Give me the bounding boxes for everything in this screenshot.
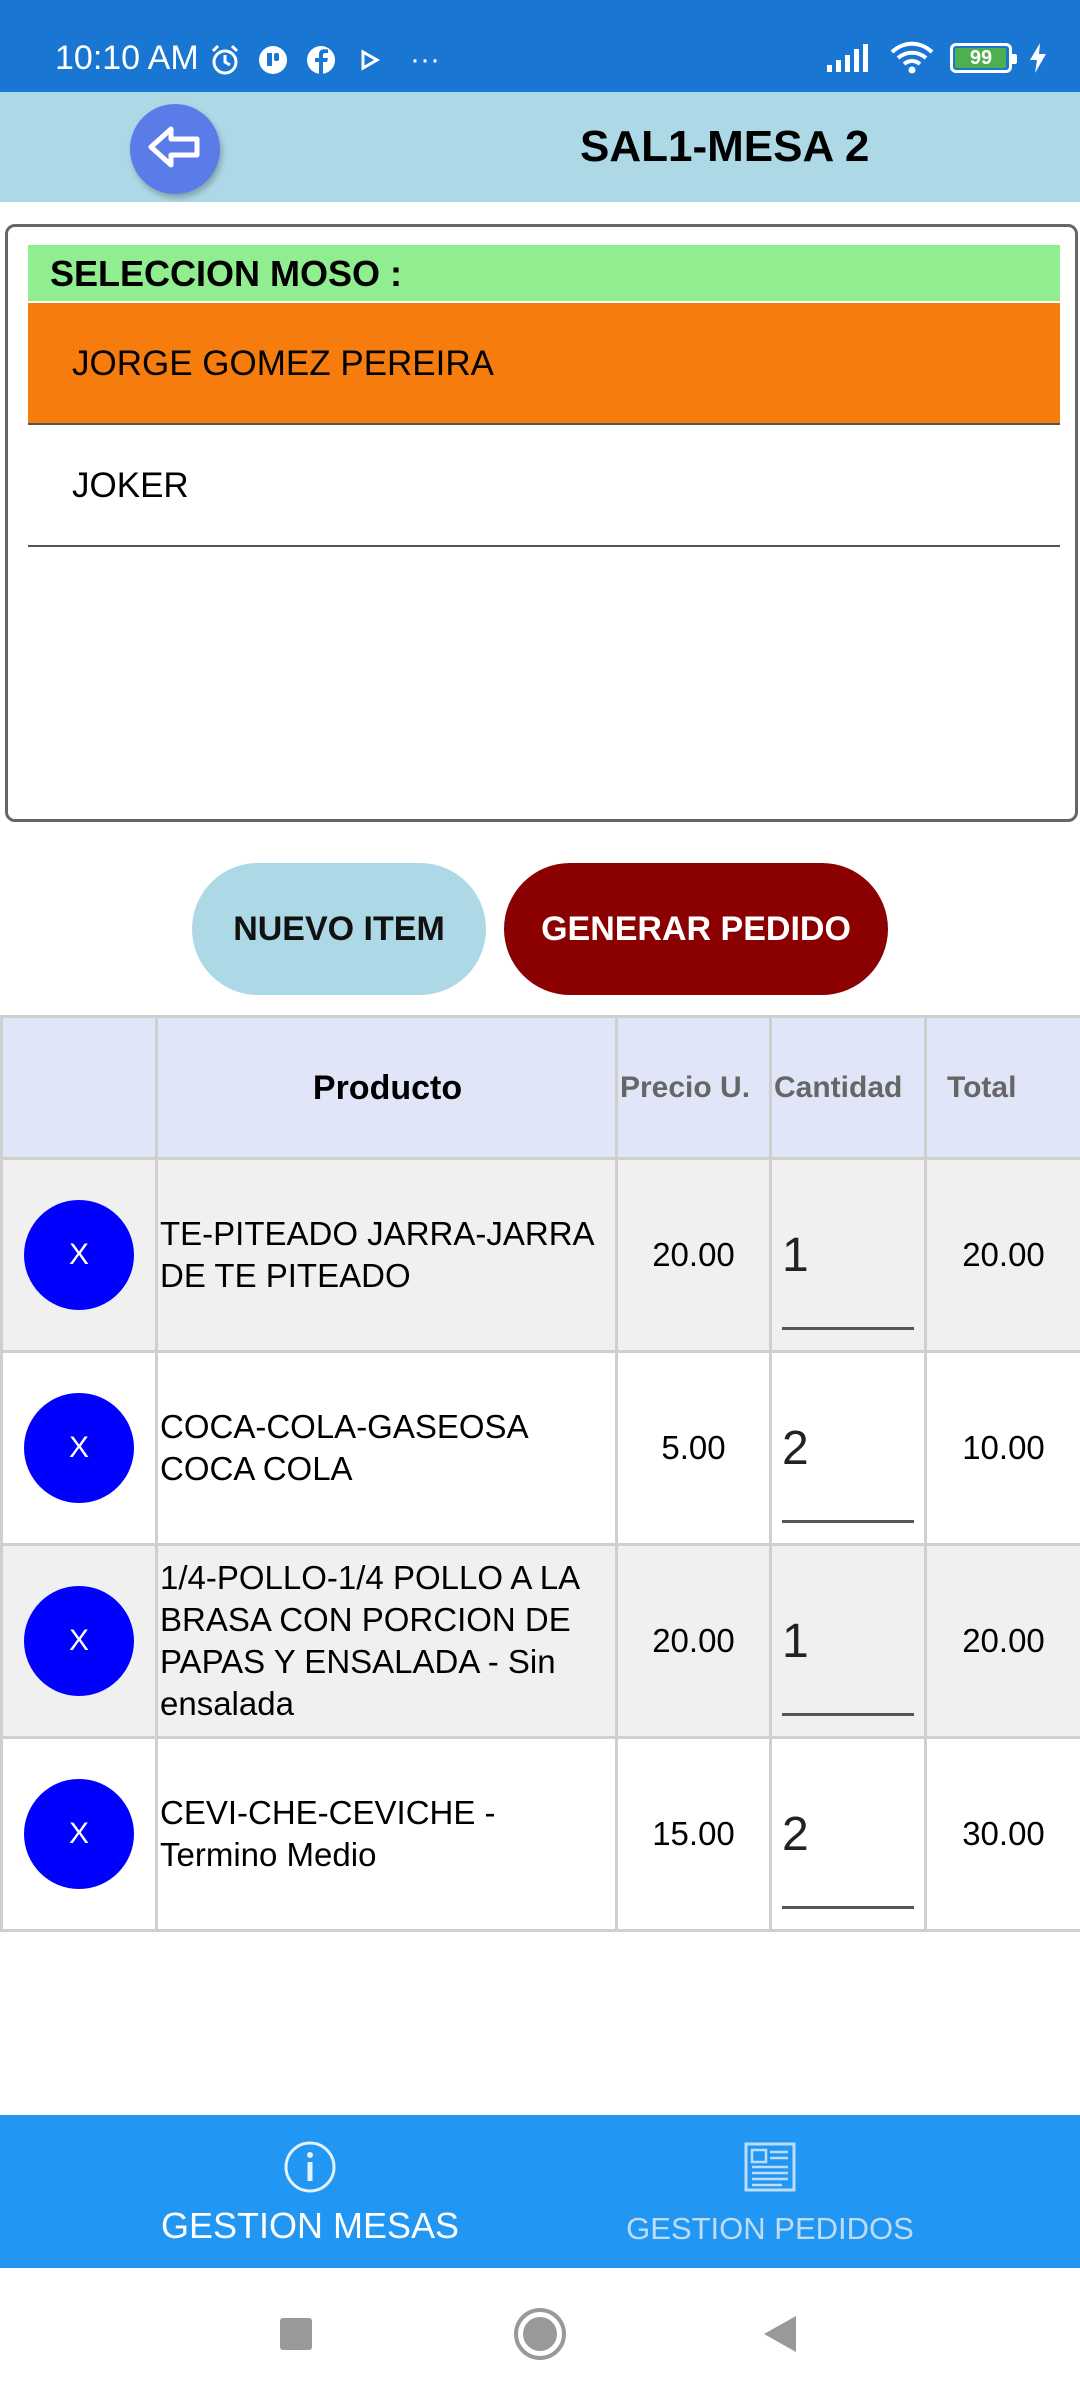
- product-cell: TE-PITEADO JARRA-JARRA DE TE PITEADO: [155, 1157, 618, 1353]
- quantity-input[interactable]: 2: [782, 1807, 809, 1863]
- quantity-cell: 2: [769, 1350, 927, 1546]
- column-header-delete: [0, 1015, 158, 1160]
- table-header-row: Producto Precio U. Cantidad Total: [0, 1015, 1080, 1160]
- document-icon: [742, 2139, 798, 2195]
- new-item-button[interactable]: NUEVO ITEM: [192, 863, 486, 995]
- messenger-icon: [256, 43, 290, 77]
- total-cell: 10.00: [924, 1350, 1080, 1546]
- play-icon: [352, 43, 386, 77]
- order-items-table: Producto Precio U. Cantidad Total X TE-P…: [0, 1015, 1080, 1932]
- alarm-icon: [208, 43, 242, 77]
- info-icon: [282, 2139, 338, 2195]
- column-header-quantity: Cantidad: [769, 1015, 927, 1160]
- more-notifications-icon: ···: [410, 43, 440, 76]
- quantity-input[interactable]: 1: [782, 1228, 809, 1284]
- waiter-item-joker[interactable]: JOKER: [28, 425, 1060, 547]
- nav-gestion-mesas[interactable]: GESTION MESAS: [40, 2115, 580, 2268]
- table-row: X COCA-COLA-GASEOSA COCA COLA 5.00 2 10.…: [0, 1350, 1080, 1546]
- battery-icon: 99: [950, 43, 1017, 73]
- page-title: SAL1-MESA 2: [580, 122, 870, 171]
- status-system-icons: 99: [824, 38, 1050, 78]
- unit-price-cell: 20.00: [615, 1543, 772, 1739]
- nav-gestion-pedidos[interactable]: GESTION PEDIDOS: [500, 2115, 1040, 2268]
- total-cell: 20.00: [924, 1157, 1080, 1353]
- quantity-input[interactable]: 1: [782, 1614, 809, 1670]
- table-row: X CEVI-CHE-CEVICHE - Termino Medio 15.00…: [0, 1736, 1080, 1932]
- product-cell: CEVI-CHE-CEVICHE - Termino Medio: [155, 1736, 618, 1932]
- unit-price-cell: 15.00: [615, 1736, 772, 1932]
- unit-price-cell: 20.00: [615, 1157, 772, 1353]
- total-cell: 20.00: [924, 1543, 1080, 1739]
- nav-label-gestion-pedidos: GESTION PEDIDOS: [626, 2211, 914, 2246]
- table-row: X TE-PITEADO JARRA-JARRA DE TE PITEADO 2…: [0, 1157, 1080, 1353]
- back-arrow-icon: [145, 122, 205, 177]
- quantity-input-underline: [782, 1519, 914, 1523]
- quantity-cell: 2: [769, 1736, 927, 1932]
- generate-order-button[interactable]: GENERAR PEDIDO: [504, 863, 888, 995]
- status-notification-icons: ···: [208, 40, 450, 80]
- waiter-item-jorge-gomez-pereira[interactable]: JORGE GOMEZ PEREIRA: [28, 303, 1060, 425]
- column-header-unit-price: Precio U.: [615, 1015, 772, 1160]
- app-header: SAL1-MESA 2: [0, 92, 1080, 202]
- delete-item-button[interactable]: X: [24, 1200, 134, 1310]
- delete-item-button[interactable]: X: [24, 1393, 134, 1503]
- quantity-cell: 1: [769, 1157, 927, 1353]
- delete-item-button[interactable]: X: [24, 1586, 134, 1696]
- quantity-input-underline: [782, 1905, 914, 1909]
- product-cell: COCA-COLA-GASEOSA COCA COLA: [155, 1350, 618, 1546]
- column-header-total: Total: [924, 1015, 1080, 1160]
- waiter-selection-panel: SELECCION MOSO : JORGE GOMEZ PEREIRA JOK…: [5, 224, 1078, 822]
- wifi-icon: [888, 41, 936, 75]
- battery-level: 99: [969, 46, 993, 69]
- table-row: X 1/4-POLLO-1/4 POLLO A LA BRASA CON POR…: [0, 1543, 1080, 1739]
- column-header-product: Producto: [155, 1015, 618, 1160]
- signal-icon: [824, 41, 874, 75]
- home-icon[interactable]: [510, 2304, 570, 2364]
- charging-icon: [1026, 41, 1050, 75]
- status-time: 10:10 AM: [55, 39, 199, 77]
- quantity-input-underline: [782, 1326, 914, 1330]
- unit-price-cell: 5.00: [615, 1350, 772, 1546]
- system-navigation-bar: [0, 2268, 1080, 2400]
- quantity-input[interactable]: 2: [782, 1421, 809, 1477]
- back-icon[interactable]: [750, 2304, 810, 2364]
- back-button[interactable]: [130, 104, 220, 194]
- product-cell: 1/4-POLLO-1/4 POLLO A LA BRASA CON PORCI…: [155, 1543, 618, 1739]
- nav-label-gestion-mesas: GESTION MESAS: [160, 2205, 460, 2246]
- quantity-cell: 1: [769, 1543, 927, 1739]
- bottom-navigation: GESTION MESAS GESTION PEDIDOS: [0, 2115, 1080, 2268]
- quantity-input-underline: [782, 1712, 914, 1716]
- status-bar: 10:10 AM ··· 99: [0, 0, 1080, 92]
- delete-item-button[interactable]: X: [24, 1779, 134, 1889]
- total-cell: 30.00: [924, 1736, 1080, 1932]
- facebook-icon: [304, 43, 338, 77]
- waiter-selection-heading: SELECCION MOSO :: [28, 245, 1060, 301]
- recents-icon[interactable]: [266, 2304, 326, 2364]
